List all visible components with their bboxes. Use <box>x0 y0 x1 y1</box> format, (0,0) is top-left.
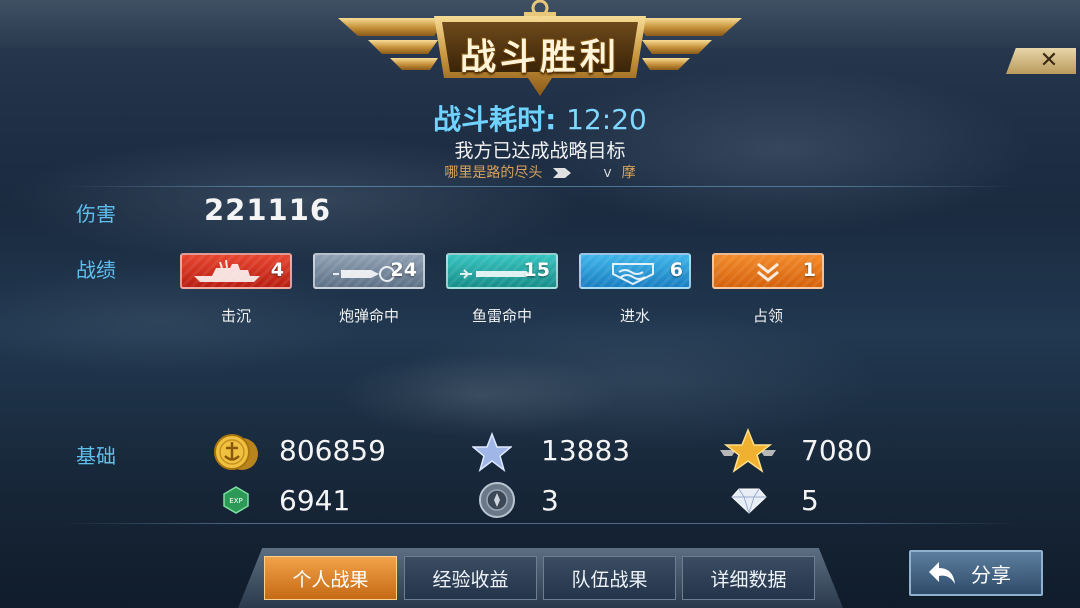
battle-duration: 战斗耗时: 12:20 <box>0 98 1080 138</box>
duration-value: 12:20 <box>566 103 647 136</box>
damage-value: 221116 <box>204 193 332 227</box>
gold-star-value: 7080 <box>801 434 873 467</box>
silver-star-value: 13883 <box>541 434 631 467</box>
badge-torpedo-count: 15 <box>523 259 550 281</box>
silver-star-icon <box>472 432 512 472</box>
badge-shell-hit[interactable]: 24 <box>313 253 425 289</box>
tab-detail-data[interactable]: 详细数据 <box>682 556 815 600</box>
rank-icon <box>552 168 571 178</box>
badge-label-sink: 击沉 <box>220 307 251 325</box>
tab-team-result[interactable]: 队伍战果 <box>543 556 676 600</box>
record-label: 战绩 <box>76 258 116 282</box>
badge-label-flooding: 进水 <box>619 307 650 325</box>
steel-value: 3 <box>541 484 559 517</box>
diamond-value: 5 <box>801 484 819 517</box>
badge-flooding[interactable]: 6 <box>579 253 691 289</box>
base-label: 基础 <box>76 444 116 468</box>
share-label: 分享 <box>971 562 1011 587</box>
share-button[interactable]: 分享 <box>909 550 1043 596</box>
victory-emblem: 战斗胜利 <box>338 0 742 98</box>
badge-capture-count: 1 <box>802 259 816 281</box>
ship-silhouette-icon <box>194 259 260 282</box>
badge-label-torpedo: 鱼雷命中 <box>471 307 532 325</box>
victory-subtitle: 我方已达成战略目标 <box>454 140 626 162</box>
badge-sink[interactable]: 4 <box>180 253 292 289</box>
svg-text:EXP: EXP <box>229 497 242 505</box>
badge-capture[interactable]: 1 <box>712 253 824 289</box>
water-icon <box>612 263 654 286</box>
gold-coin-icon <box>214 434 258 470</box>
steel-badge-icon <box>479 482 515 518</box>
player-extra: 摩 <box>621 165 636 181</box>
exp-icon: EXP <box>223 486 249 514</box>
tab-personal-result[interactable]: 个人战果 <box>264 556 397 600</box>
gold-value: 806859 <box>279 434 386 467</box>
player-info: 哪里是路的尽头 V 摩 <box>0 162 1080 182</box>
divider <box>60 186 1020 187</box>
badge-label-shell: 炮弹命中 <box>338 307 399 325</box>
player-name: 哪里是路的尽头 <box>444 165 543 181</box>
divider <box>60 523 1020 524</box>
gold-star-wings-icon <box>720 428 776 473</box>
duration-label: 战斗耗时: <box>433 103 557 136</box>
badge-flooding-count: 6 <box>669 259 683 281</box>
victory-title: 战斗胜利 <box>459 37 620 78</box>
badge-sink-count: 4 <box>270 259 284 281</box>
damage-label: 伤害 <box>76 202 116 226</box>
badge-torpedo-hit[interactable]: 15 <box>446 253 558 289</box>
diamond-icon <box>731 488 767 514</box>
tab-exp-gain[interactable]: 经验收益 <box>404 556 537 600</box>
chevron-icon <box>757 262 779 282</box>
badge-label-capture: 占领 <box>752 307 783 325</box>
player-tag: V <box>603 167 612 180</box>
close-button[interactable]: ✕ <box>1006 48 1076 74</box>
share-arrow-icon <box>929 562 955 584</box>
exp-value: 6941 <box>279 484 351 517</box>
badge-shell-count: 24 <box>390 259 417 281</box>
close-icon: ✕ <box>1039 48 1059 73</box>
